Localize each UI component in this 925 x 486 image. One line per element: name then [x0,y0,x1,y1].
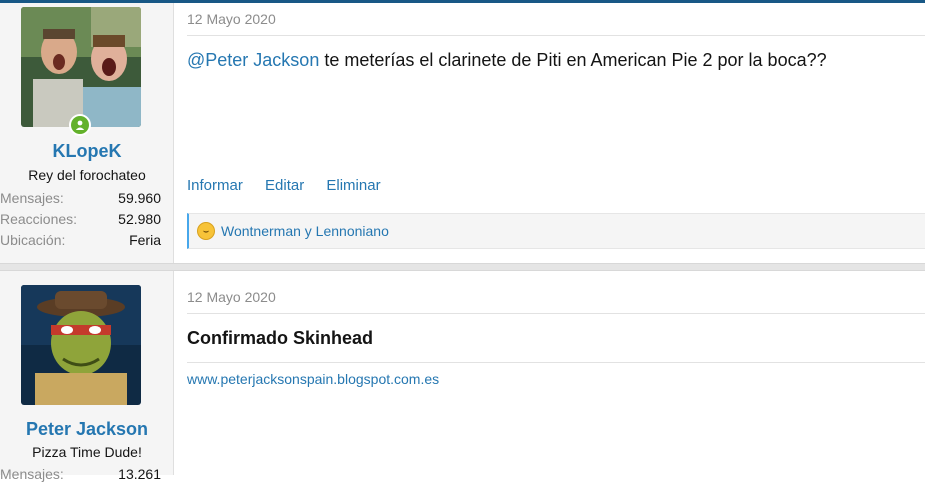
post-content: 12 Mayo 2020 @Peter Jackson te meterías … [187,3,925,263]
stat-label: Mensajes: [0,466,64,482]
reactions-bar: ⌣ Wontnerman y Lennoniano [187,213,925,249]
user-title: Rey del forochateo [28,167,146,183]
divider [187,313,925,314]
avatar-photo-icon [21,7,141,127]
post-message: @Peter Jackson te meterías el clarinete … [187,50,827,71]
post-date[interactable]: 12 Mayo 2020 [187,11,276,27]
post-peter-jackson: Peter Jackson Pizza Time Dude! Mensajes:… [0,271,925,482]
divider [187,35,925,36]
post-actions: Informar Editar Eliminar [187,177,399,194]
report-link[interactable]: Informar [187,177,243,194]
post-date[interactable]: 12 Mayo 2020 [187,289,276,305]
username[interactable]: Peter Jackson [0,419,174,440]
laughing-emoji-icon: ⌣ [197,222,215,240]
online-status-icon [69,114,91,136]
divider [187,362,925,363]
stat-value: 59.960 [118,190,161,206]
reaction-users-link[interactable]: Wontnerman y Lennoniano [221,223,389,239]
user-title: Pizza Time Dude! [32,444,142,460]
user-avatar[interactable] [21,285,141,405]
user-mention-link[interactable]: @Peter Jackson [187,50,319,70]
user-avatar[interactable] [21,7,141,127]
post-content: 12 Mayo 2020 Confirmado Skinhead www.pet… [187,271,925,475]
stat-location: Ubicación: Feria [0,232,161,252]
user-sidebar: Peter Jackson Pizza Time Dude! Mensajes:… [0,271,174,482]
stat-value: 52.980 [118,211,161,227]
delete-link[interactable]: Eliminar [326,177,380,194]
stat-value: 13.261 [118,466,161,482]
stat-value: Feria [129,232,161,248]
post-separator [0,263,925,271]
blog-link[interactable]: www.peterjacksonspain.blogspot.com.es [187,371,439,387]
edit-link[interactable]: Editar [265,177,304,194]
avatar-photo-icon [21,285,141,405]
user-sidebar: KLopeK Rey del forochateo Mensajes: 59.9… [0,3,174,263]
post-heading: Confirmado Skinhead [187,328,374,348]
stat-messages: Mensajes: 59.960 [0,190,161,210]
username[interactable]: KLopeK [0,141,174,162]
message-text: te meterías el clarinete de Piti en Amer… [319,50,827,70]
stat-messages: Mensajes: 13.261 [0,466,161,486]
stat-label: Reacciones: [0,211,78,227]
post-klopek: KLopeK Rey del forochateo Mensajes: 59.9… [0,3,925,263]
stat-label: Ubicación: [0,232,66,248]
stat-reactions: Reacciones: 52.980 [0,211,161,231]
stat-label: Mensajes: [0,190,64,206]
